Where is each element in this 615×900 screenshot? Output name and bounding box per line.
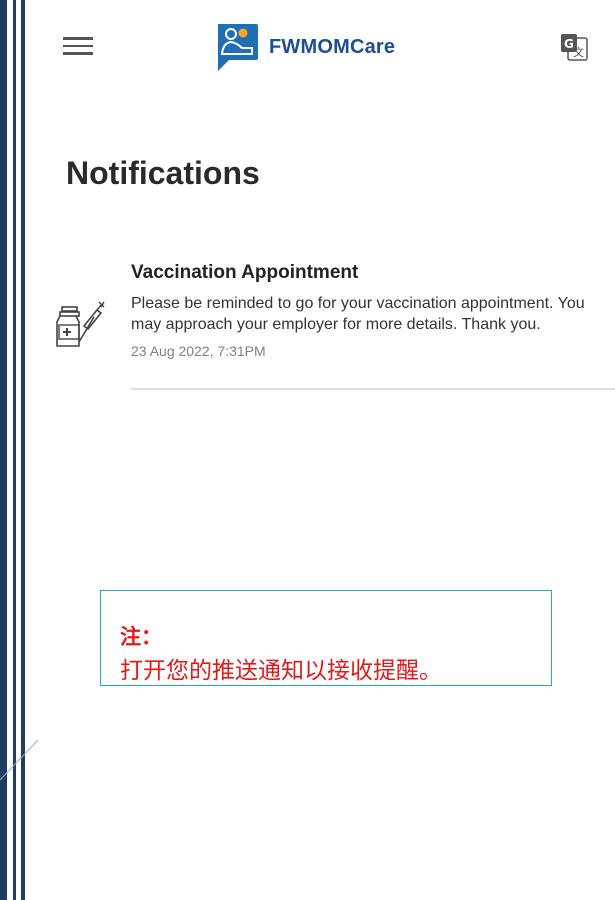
frame-bar-right: [21, 0, 25, 900]
google-translate-icon[interactable]: 文 G: [559, 32, 589, 62]
note-callout: 注： 打开您的推送通知以接收提醒。: [100, 590, 552, 686]
frame-bar-left: [0, 0, 7, 900]
hamburger-menu-icon[interactable]: [63, 34, 93, 58]
app-logo-icon: [218, 24, 258, 71]
notification-body: Please be reminded to go for your vaccin…: [131, 295, 585, 333]
app-header: FWMOMCare 文 G: [25, 0, 615, 95]
frame-bar-middle: [13, 0, 16, 900]
notification-content: Vaccination Appointment Please be remind…: [131, 258, 615, 359]
notification-title: Vaccination Appointment: [131, 262, 359, 283]
notification-divider: [130, 388, 615, 390]
note-label: 注：: [120, 625, 162, 649]
brand: FWMOMCare: [215, 22, 395, 72]
svg-text:G: G: [564, 37, 574, 51]
page-title: Notifications: [66, 155, 260, 191]
notification-item[interactable]: Vaccination Appointment Please be remind…: [53, 258, 615, 389]
app-name: FWMOMCare: [269, 35, 396, 58]
notification-timestamp: 23 Aug 2022, 7:31PM: [131, 343, 266, 359]
note-text: 打开您的推送通知以接收提醒。: [120, 658, 442, 684]
vaccine-icon: [56, 301, 105, 347]
